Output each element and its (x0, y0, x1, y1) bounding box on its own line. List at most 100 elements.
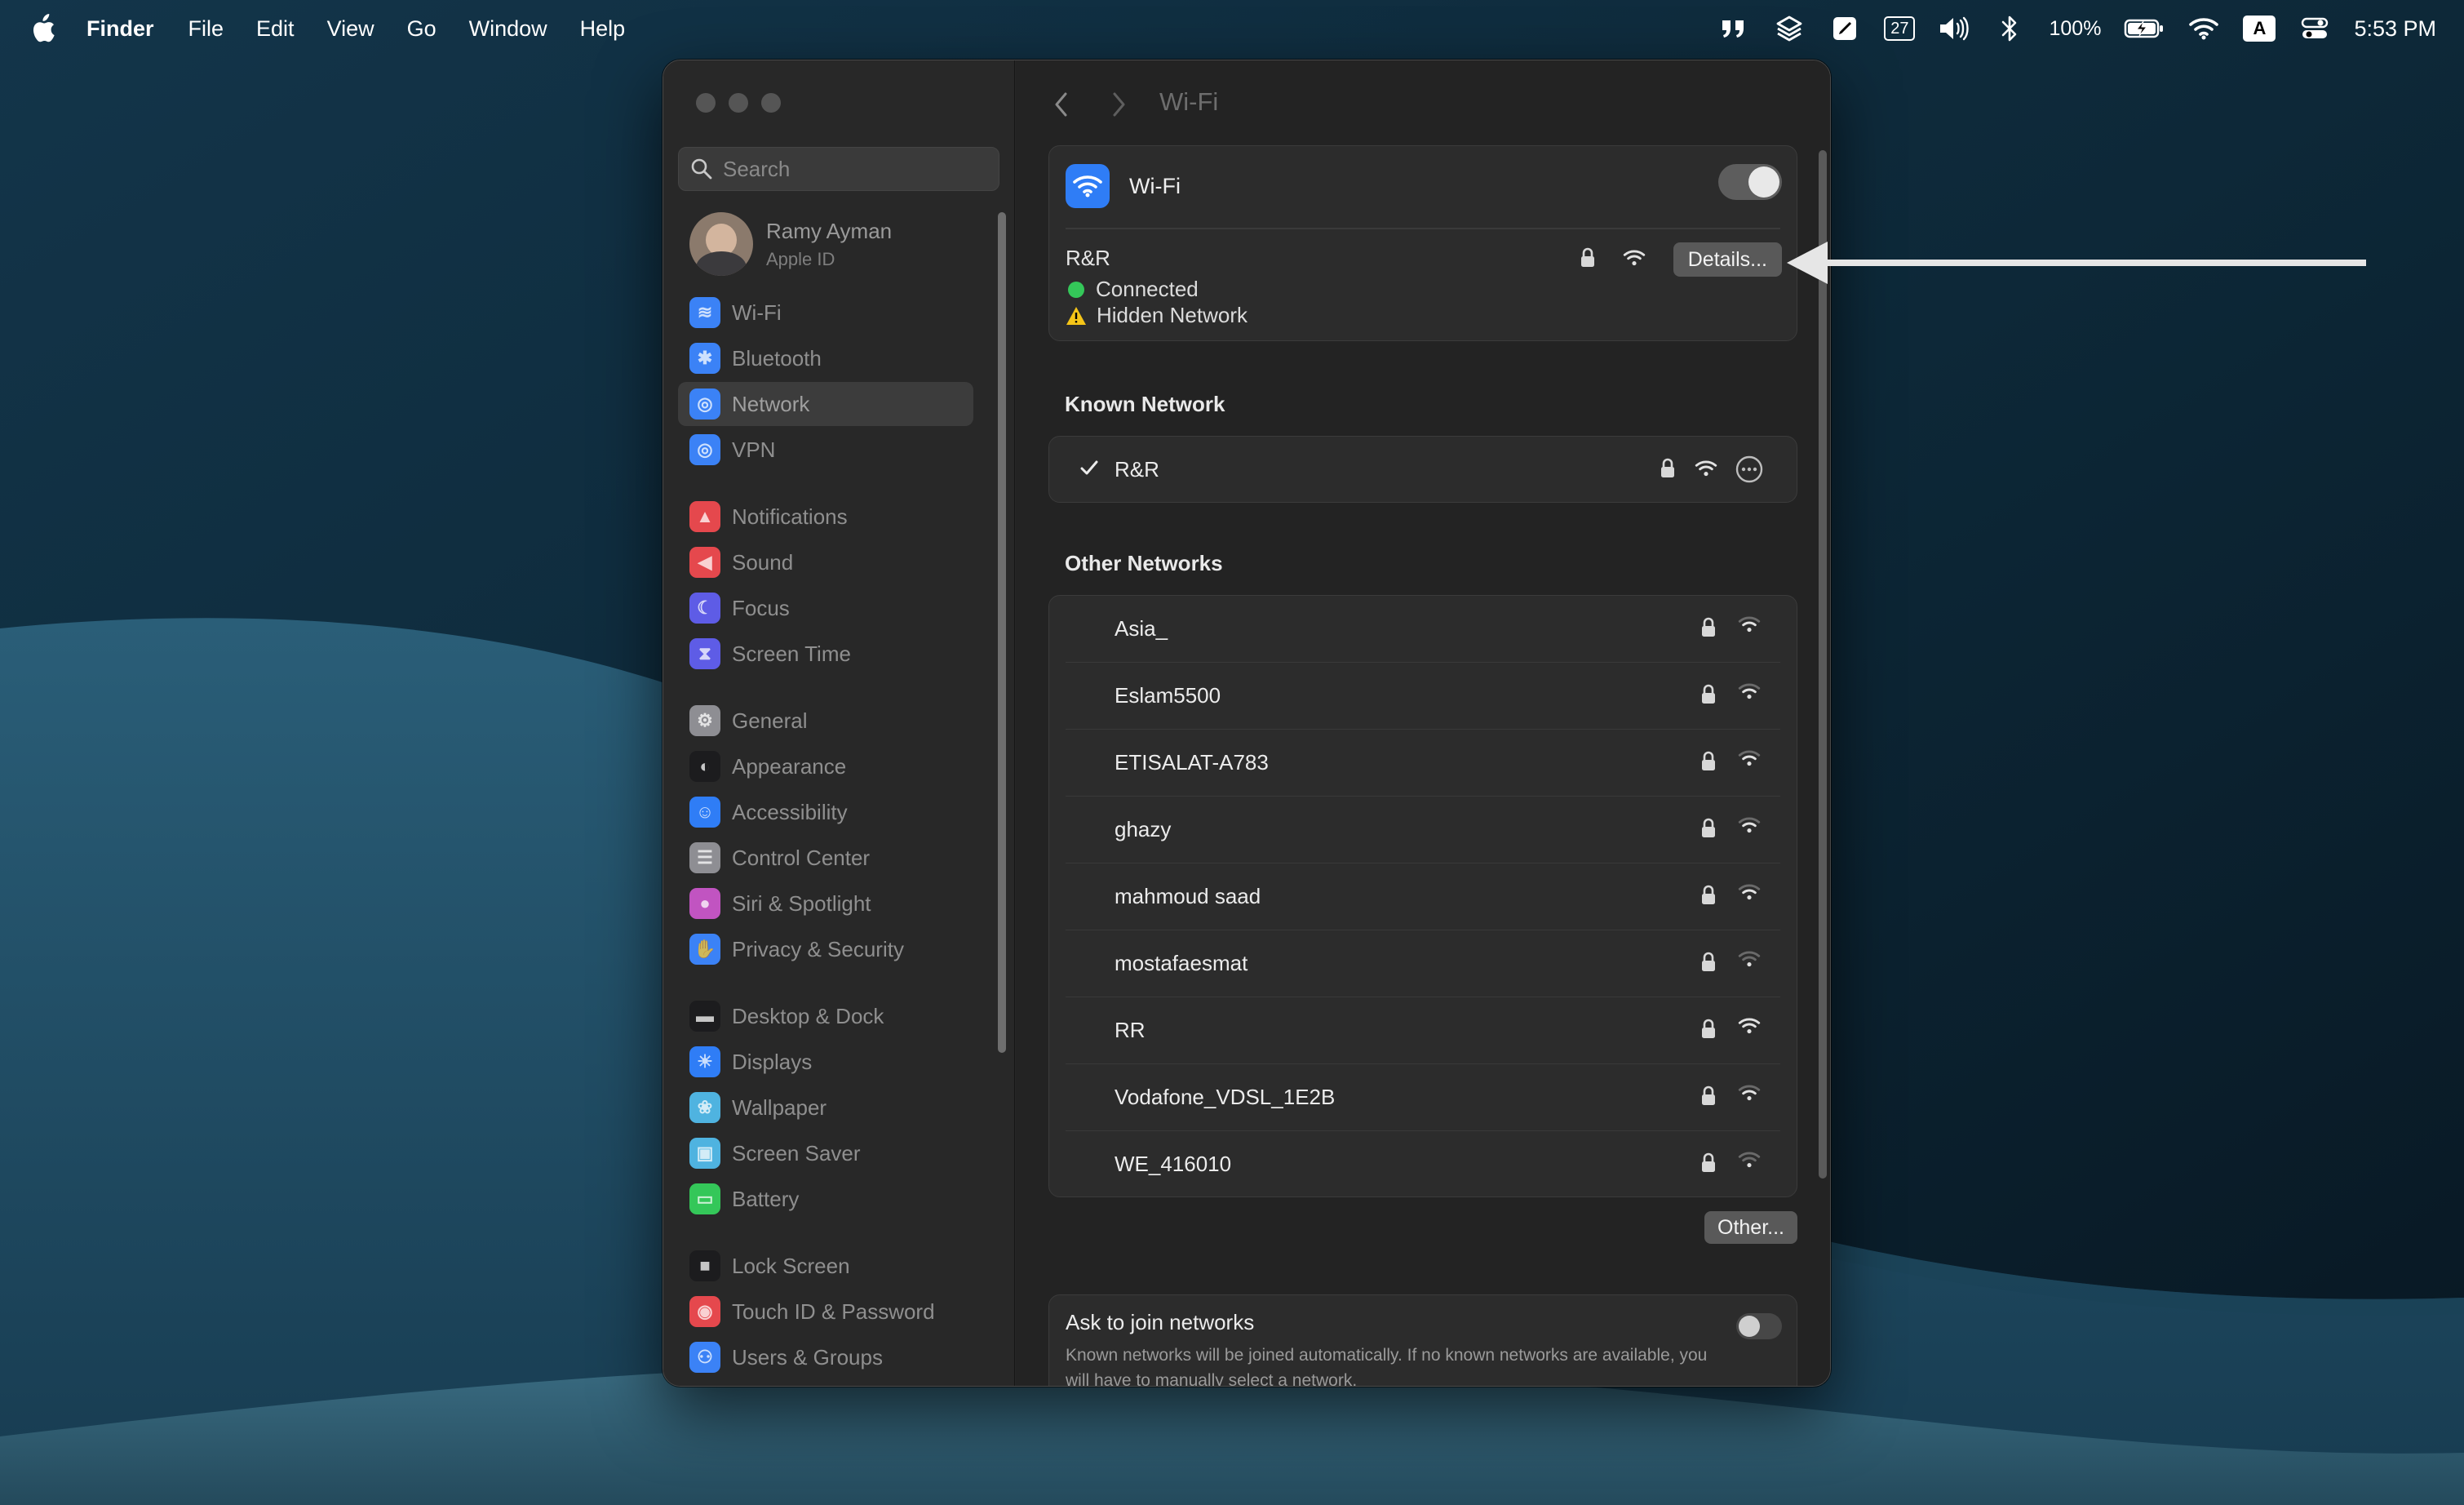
dock-icon: ▬ (689, 1001, 720, 1032)
sidebar: Ramy Ayman Apple ID ≋ Wi-Fi ✱ Bluetooth ◎ Net… (663, 60, 1015, 1386)
sun-icon: ☀ (689, 1046, 720, 1077)
details-button[interactable]: Details... (1673, 242, 1782, 277)
menu-help[interactable]: Help (580, 16, 626, 42)
sidebar-search[interactable] (678, 147, 999, 191)
bluetooth-icon[interactable] (1993, 12, 2026, 45)
input-source-icon[interactable]: A (2243, 12, 2276, 45)
network-row[interactable]: Eslam5500 (1049, 663, 1797, 730)
search-input[interactable] (721, 155, 986, 183)
network-row[interactable]: mostafaesmat (1049, 930, 1797, 997)
sidebar-item-focus[interactable]: ☾ Focus (678, 586, 973, 630)
menubar-clock[interactable]: 5:53 PM (2354, 16, 2436, 42)
network-row[interactable]: Vodafone_VDSL_1E2B (1049, 1064, 1797, 1131)
notes-icon[interactable] (1828, 12, 1861, 45)
network-row[interactable]: RR (1049, 997, 1797, 1064)
network-row[interactable]: WE_416010 (1049, 1131, 1797, 1198)
sidebar-item-label: Desktop & Dock (732, 1003, 884, 1028)
forward-button[interactable] (1102, 88, 1135, 121)
volume-icon[interactable] (1938, 12, 1970, 45)
network-row[interactable]: ghazy (1049, 797, 1797, 863)
connected-dot-icon (1068, 281, 1084, 298)
calendar-day: 27 (1884, 16, 1916, 41)
sidebar-item-label: Bluetooth (732, 345, 822, 371)
menu-edit[interactable]: Edit (256, 16, 295, 42)
sidebar-item-label: Focus (732, 595, 790, 620)
sidebar-scrollbar[interactable] (998, 212, 1006, 1053)
battery-icon[interactable] (2124, 12, 2165, 45)
sidebar-item-battery[interactable]: ▭ Battery (678, 1177, 973, 1221)
wifi-icon: ≋ (689, 297, 720, 328)
sidebar-item-wi-fi[interactable]: ≋ Wi-Fi (678, 291, 973, 335)
sidebar-item-bluetooth[interactable]: ✱ Bluetooth (678, 336, 973, 380)
sidebar-item-siri-spotlight[interactable]: ● Siri & Spotlight (678, 881, 973, 926)
menu-window[interactable]: Window (469, 16, 547, 42)
sidebar-item-privacy-security[interactable]: ✋ Privacy & Security (678, 927, 973, 971)
lock-icon (1700, 1019, 1717, 1040)
sidebar-item-notifications[interactable]: ▲ Notifications (678, 495, 973, 539)
more-options-icon[interactable] (1735, 455, 1764, 484)
menu-app-name[interactable]: Finder (86, 16, 154, 42)
sidebar-item-accessibility[interactable]: ☺ Accessibility (678, 790, 973, 834)
sidebar-item-control-center[interactable]: ☰ Control Center (678, 836, 973, 880)
sidebar-item-sound[interactable]: ◀ Sound (678, 540, 973, 584)
network-row[interactable]: Asia_ (1049, 596, 1797, 663)
siri-icon: ● (689, 888, 720, 919)
zoom-window-button[interactable] (761, 93, 781, 113)
calendar-icon[interactable]: 27 (1884, 12, 1916, 45)
other-button[interactable]: Other... (1704, 1211, 1797, 1244)
wifi-card: Wi-Fi R&R Connected Hidden Network Detai… (1048, 145, 1797, 341)
profile-name: Ramy Ayman (766, 218, 893, 243)
network-row[interactable]: ETISALAT-A783 (1049, 730, 1797, 797)
sidebar-item-general[interactable]: ⚙ General (678, 699, 973, 743)
known-network-row[interactable]: R&R (1049, 437, 1797, 504)
lock-icon (1700, 751, 1717, 772)
sidebar-item-vpn[interactable]: ◎ VPN (678, 428, 973, 472)
window-controls (696, 93, 781, 113)
network-name: mostafaesmat (1115, 951, 1248, 975)
apple-id-profile[interactable]: Ramy Ayman Apple ID (689, 212, 892, 276)
ask-to-join-toggle[interactable] (1736, 1313, 1782, 1339)
wifi-signal-icon (1738, 682, 1761, 700)
sidebar-item-screen-time[interactable]: ⧗ Screen Time (678, 632, 973, 676)
sidebar-item-wallpaper[interactable]: ❀ Wallpaper (678, 1085, 973, 1130)
network-name: WE_416010 (1115, 1152, 1232, 1176)
control-center-icon[interactable] (2298, 12, 2331, 45)
wifi-signal-icon (1622, 249, 1646, 267)
sidebar-item-touch-id-password[interactable]: ◉ Touch ID & Password (678, 1290, 973, 1334)
other-networks-card: Asia_ Eslam5500 ETISALAT-A783 ghazy mahmoud … (1048, 595, 1797, 1197)
wifi-toggle[interactable] (1718, 164, 1782, 200)
gear-icon: ⚙ (689, 705, 720, 736)
sidebar-item-desktop-dock[interactable]: ▬ Desktop & Dock (678, 994, 973, 1038)
battery-percent: 100% (2049, 16, 2102, 40)
menu-view[interactable]: View (327, 16, 374, 42)
wifi-icon[interactable] (2187, 12, 2220, 45)
control-center-icon: ☰ (689, 842, 720, 873)
network-name: Asia_ (1115, 616, 1168, 641)
close-window-button[interactable] (696, 93, 716, 113)
lock-icon (1700, 684, 1717, 705)
content-scrollbar[interactable] (1819, 150, 1827, 1179)
menu-file[interactable]: File (188, 16, 224, 42)
quote-icon[interactable] (1717, 12, 1750, 45)
sidebar-item-label: Sound (732, 549, 794, 575)
wifi-signal-icon (1738, 1084, 1761, 1102)
sidebar-item-users-groups[interactable]: ⚇ Users & Groups (678, 1335, 973, 1379)
network-row[interactable]: mahmoud saad (1049, 863, 1797, 930)
sidebar-item-label: Screen Time (732, 641, 851, 666)
sidebar-item-label: Touch ID & Password (732, 1299, 935, 1324)
sidebar-item-screen-saver[interactable]: ▣ Screen Saver (678, 1131, 973, 1175)
sidebar-item-label: Screen Saver (732, 1140, 861, 1165)
sidebar-item-lock-screen[interactable]: ■ Lock Screen (678, 1244, 973, 1288)
apple-menu-icon[interactable] (26, 12, 59, 45)
back-button[interactable] (1045, 88, 1078, 121)
minimize-window-button[interactable] (729, 93, 748, 113)
wifi-signal-icon (1738, 615, 1761, 633)
sidebar-item-label: Privacy & Security (732, 936, 904, 961)
layers-icon[interactable] (1773, 12, 1806, 45)
sidebar-item-appearance[interactable]: ◐ Appearance (678, 744, 973, 788)
sidebar-item-label: VPN (732, 437, 776, 462)
menu-go[interactable]: Go (407, 16, 437, 42)
other-networks-title: Other Networks (1065, 551, 1223, 575)
sidebar-item-network[interactable]: ◎ Network (678, 382, 973, 426)
sidebar-item-displays[interactable]: ☀ Displays (678, 1040, 973, 1084)
